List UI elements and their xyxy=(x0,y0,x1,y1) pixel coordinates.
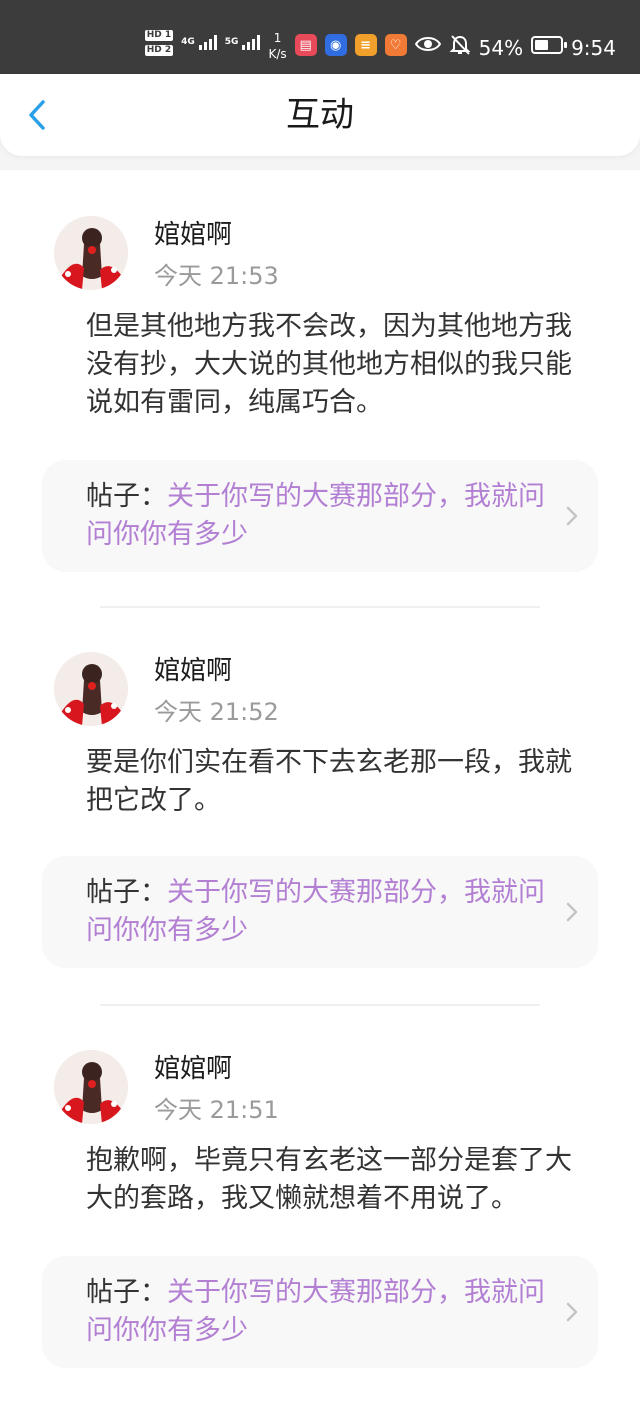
network-speed: 1 K/s xyxy=(268,22,286,62)
timestamp: 今天 21:53 xyxy=(154,262,279,290)
hd-badges: HD 1 HD 2 xyxy=(144,22,174,56)
signal-bars-icon xyxy=(198,34,217,50)
network-4g-label: 4G xyxy=(181,37,195,47)
post-prefix: 帖子： xyxy=(86,1277,167,1308)
signal-bars-icon xyxy=(242,34,261,50)
comment-text: 但是其他地方我不会改，因为其他地方我没有抄，大大说的其他地方相似的我只能说如有雷… xyxy=(86,311,572,418)
comment-text: 抱歉啊，毕竟只有玄老这一部分是套了大大的套路，我又懒就想着不用说了。 xyxy=(86,1145,572,1214)
comment-item: 婠婠啊 今天 21:53 但是其他地方我不会改，因为其他地方我没有抄，大大说的其… xyxy=(0,170,640,608)
signal-4g: 4G xyxy=(181,22,217,50)
avatar[interactable] xyxy=(54,216,128,290)
network-speed-unit: K/s xyxy=(268,47,287,61)
header: 互动 xyxy=(0,74,640,156)
post-link-text: 帖子：关于你写的大赛那部分，我就问问你你有多少 xyxy=(86,874,556,950)
timestamp: 今天 21:52 xyxy=(154,698,279,726)
post-prefix: 帖子： xyxy=(86,481,167,512)
clock: 9:54 xyxy=(571,36,616,60)
bell-muted-icon xyxy=(449,34,471,56)
timestamp: 今天 21:51 xyxy=(154,1096,279,1124)
bulb-app-icon: ◉ xyxy=(324,34,347,56)
avatar[interactable] xyxy=(54,1050,128,1124)
page-title: 互动 xyxy=(286,95,354,135)
network-speed-value: 1 xyxy=(273,31,282,45)
battery-icon xyxy=(531,36,568,54)
username[interactable]: 婠婠啊 xyxy=(154,1052,232,1086)
post-link-card[interactable]: 帖子：关于你写的大赛那部分，我就问问你你有多少 xyxy=(42,1256,598,1368)
status-icons: HD 1 HD 2 4G 5G 1 K/s ▤ ◉ ≡ ♡ 54% 9:54 xyxy=(144,22,616,74)
book-app-icon: ▤ xyxy=(294,34,317,56)
list-app-icon: ≡ xyxy=(354,34,377,56)
username[interactable]: 婠婠啊 xyxy=(154,218,232,252)
status-bar: HD 1 HD 2 4G 5G 1 K/s ▤ ◉ ≡ ♡ 54% 9:54 xyxy=(0,0,640,74)
eye-icon xyxy=(414,34,441,54)
avatar[interactable] xyxy=(54,652,128,726)
comment-item: 婠婠啊 今天 21:52 要是你们实在看不下去玄老那一段，我就把它改了。 帖子：… xyxy=(0,606,640,1006)
interaction-list: 婠婠啊 今天 21:53 但是其他地方我不会改，因为其他地方我没有抄，大大说的其… xyxy=(0,170,640,1422)
comment-text: 要是你们实在看不下去玄老那一段，我就把它改了。 xyxy=(86,747,572,816)
chevron-right-icon xyxy=(566,902,578,922)
comment-item: 婠婠啊 今天 21:51 抱歉啊，毕竟只有玄老这一部分是套了大大的套路，我又懒就… xyxy=(0,1004,640,1402)
network-5g-label: 5G xyxy=(224,37,239,47)
post-link-text: 帖子：关于你写的大赛那部分，我就问问你你有多少 xyxy=(86,1274,556,1350)
battery-percent: 54% xyxy=(478,36,524,60)
post-link-text: 帖子：关于你写的大赛那部分，我就问问你你有多少 xyxy=(86,478,556,554)
chevron-right-icon xyxy=(566,1302,578,1322)
signal-5g: 5G xyxy=(225,22,261,50)
heart-app-icon: ♡ xyxy=(384,34,407,56)
chevron-right-icon xyxy=(566,506,578,526)
post-link-card[interactable]: 帖子：关于你写的大赛那部分，我就问问你你有多少 xyxy=(42,460,598,572)
post-prefix: 帖子： xyxy=(86,877,167,908)
hd2-badge: HD 2 xyxy=(144,45,174,56)
hd1-badge: HD 1 xyxy=(144,30,174,41)
post-link-card[interactable]: 帖子：关于你写的大赛那部分，我就问问你你有多少 xyxy=(42,856,598,968)
username[interactable]: 婠婠啊 xyxy=(154,654,232,688)
